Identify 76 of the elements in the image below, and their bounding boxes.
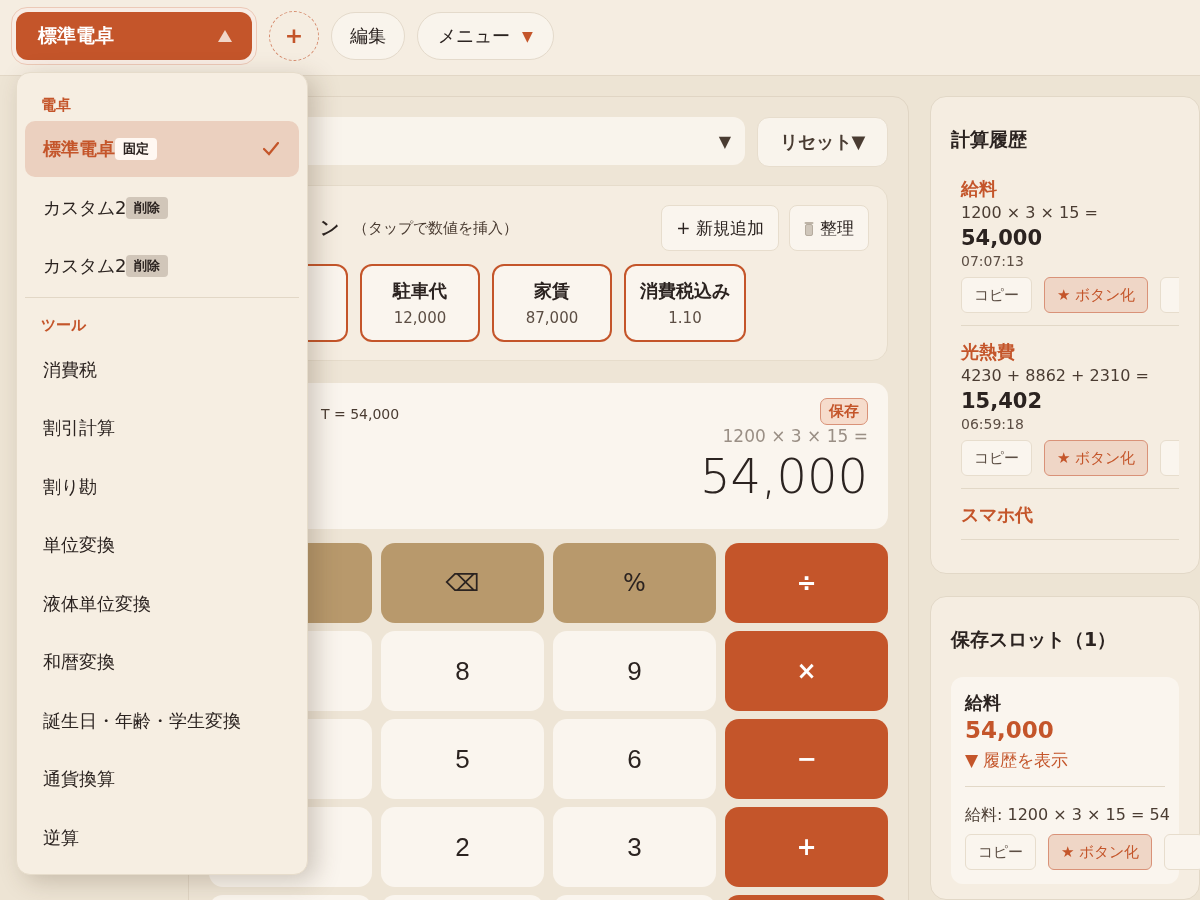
menu-item-label: 誕生日・年齢・学生変換 <box>43 708 241 733</box>
menu-item[interactable]: 誕生日・年齢・学生変換 <box>25 692 299 749</box>
calculator-select[interactable]: 標準電卓 <box>16 11 252 60</box>
expression-text: 1200 × 3 × 15 = <box>721 426 868 446</box>
slot-name: 給料 <box>965 691 1002 715</box>
calculator-key[interactable]: 3 <box>553 807 716 887</box>
calculator-key[interactable]: 9 <box>553 631 716 711</box>
calculator-key[interactable]: ⌫ <box>381 543 544 623</box>
history-title: 計算履歴 <box>951 127 1028 152</box>
pinned-badge: 固定 <box>115 138 157 160</box>
copy-button[interactable]: コピー <box>961 440 1032 476</box>
history-result: 15,402 <box>961 389 1044 413</box>
calculator-key[interactable]: − <box>725 719 888 799</box>
delete-button[interactable]: 削除 <box>126 196 169 219</box>
menu-item[interactable]: 和暦変換 <box>25 634 299 690</box>
calculator-key[interactable]: × <box>725 631 888 711</box>
calculator-key[interactable]: 8 <box>381 631 544 711</box>
calculator-key[interactable]: % <box>553 543 716 623</box>
menu-item-label: 逆算 <box>43 825 79 850</box>
menu-item-label: 和暦変換 <box>43 650 115 674</box>
delete-button[interactable]: 削除 <box>126 255 169 277</box>
menu-item[interactable]: カスタム2 削除 <box>25 238 299 294</box>
menu-item[interactable]: 標準電卓 固定 <box>25 121 299 177</box>
tidy-button[interactable]: 整理 <box>789 205 869 251</box>
history-expression: 1200 × 3 × 15 = <box>961 203 1099 222</box>
edit-button[interactable]: 編集 <box>331 11 405 60</box>
menu-item-label: 通貨換算 <box>43 767 115 791</box>
saved-slots-title: 保存スロット（1） <box>951 627 1118 652</box>
history-time: 06:59:18 <box>961 416 1025 432</box>
reset-button[interactable]: リセット▼ <box>757 117 888 167</box>
menu-section-heading: ツール <box>40 315 87 336</box>
menu-item[interactable]: 割引計算 <box>25 400 299 456</box>
calculator-key[interactable]: + <box>725 807 888 887</box>
history-name: スマホ代 <box>961 503 1034 527</box>
menu-item[interactable]: カスタム2 削除 <box>25 179 299 236</box>
caret-up-icon <box>218 29 232 42</box>
preset-title: ン <box>320 215 339 240</box>
memory-line: T = 54,000 <box>321 406 400 422</box>
show-history-link[interactable]: ▼ 履歴を表示 <box>965 749 1069 772</box>
history-result: 54,000 <box>961 226 1044 250</box>
menu-item-label: 消費税 <box>43 357 97 382</box>
menu-button[interactable]: メニュー ▼ <box>417 11 554 60</box>
preset-hint: （タップで数値を挿入） <box>353 218 518 238</box>
history-name: 光熱費 <box>961 340 1016 364</box>
history-name: 給料 <box>961 177 998 201</box>
check-icon <box>263 142 279 156</box>
menu-item-label: 単位変換 <box>43 533 115 557</box>
menu-item[interactable]: 通貨換算 <box>25 751 299 807</box>
menu-item-label: 割引計算 <box>43 416 115 440</box>
menu-item-label: カスタム2 <box>43 195 127 220</box>
preset-button[interactable]: 駐車代 12,000 <box>360 264 480 342</box>
calculator-key[interactable]: 2 <box>381 807 544 887</box>
calculator-key[interactable]: 6 <box>553 719 716 799</box>
copy-button[interactable]: コピー <box>965 834 1036 870</box>
menu-item[interactable]: 逆算 <box>25 809 299 866</box>
add-preset-button[interactable]: + 新規追加 <box>661 205 779 251</box>
menu-item[interactable]: 割り勘 <box>25 458 299 515</box>
calculator-key[interactable]: ÷ <box>725 543 888 623</box>
slot-value: 54,000 <box>965 717 1055 743</box>
menu-item[interactable]: 消費税 <box>25 341 299 398</box>
menu-item[interactable]: 液体単位変換 <box>25 575 299 632</box>
slot-button[interactable] <box>1164 834 1200 870</box>
menu-item-label: 割り勘 <box>43 474 97 499</box>
history-time: 07:07:13 <box>961 253 1025 269</box>
menu-item-label: 液体単位変換 <box>43 591 151 616</box>
menu-item-label: 標準電卓 <box>43 137 115 161</box>
calculator-key[interactable]: 5 <box>381 719 544 799</box>
trash-icon <box>804 220 814 236</box>
menu-item-label: カスタム2 <box>43 254 127 278</box>
preset-button[interactable]: 家賃 87,000 <box>492 264 612 342</box>
menu-section-heading: 電卓 <box>40 94 72 116</box>
history-expression: 4230 + 8862 + 2310 = <box>961 366 1150 385</box>
preset-button[interactable]: 消費税込み 1.10 <box>624 264 746 342</box>
menu-item[interactable]: 単位変換 <box>25 517 299 573</box>
copy-button[interactable]: コピー <box>961 277 1032 313</box>
result-text: 54,000 <box>699 450 868 503</box>
